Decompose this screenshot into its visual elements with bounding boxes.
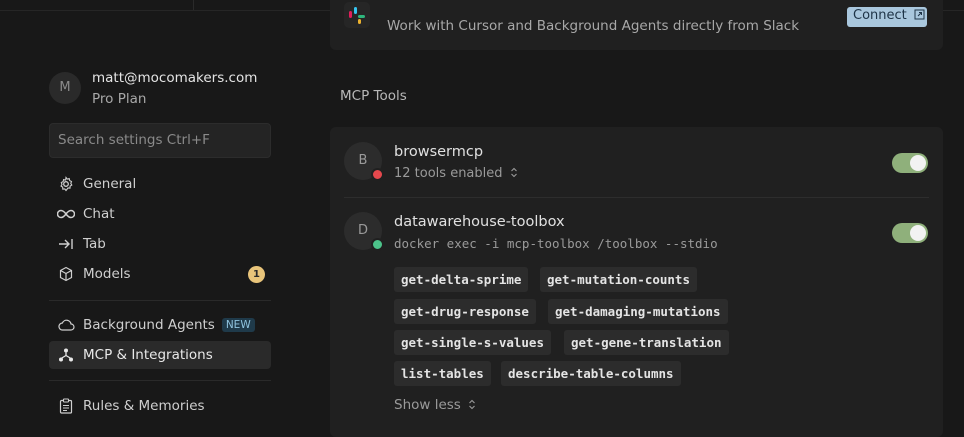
show-less-label: Show less [394, 397, 461, 413]
server-name: browsermcp [394, 144, 484, 160]
sidebar-divider [49, 380, 271, 381]
arrow-to-bar-icon [57, 235, 75, 253]
sidebar-item-rules-memories[interactable]: Rules & Memories [49, 392, 271, 420]
account-email: matt@mocomakers.com [92, 70, 258, 86]
external-link-icon [914, 8, 925, 26]
sidebar-item-label: Tab [83, 236, 106, 252]
slack-description: Work with Cursor and Background Agents d… [387, 18, 800, 34]
sidebar-item-label: Models [83, 266, 131, 282]
connect-label: Connect [853, 8, 907, 23]
sidebar-item-label: General [83, 176, 137, 192]
sidebar-item-chat[interactable]: Chat [49, 200, 271, 228]
new-badge: NEW [221, 318, 255, 332]
server-enable-toggle[interactable] [892, 223, 928, 243]
tool-chip[interactable]: get-damaging-mutations [548, 299, 728, 324]
sidebar-item-general[interactable]: General [49, 170, 271, 198]
slack-integration-card: Work with Cursor and Background Agents d… [330, 0, 943, 50]
sidebar-divider [49, 300, 271, 301]
slack-logo-icon [344, 2, 370, 28]
tool-chip[interactable]: list-tables [394, 361, 491, 386]
server-tools-summary[interactable]: 12 tools enabled [394, 166, 518, 182]
show-less-button[interactable]: Show less [394, 397, 476, 414]
tool-chip[interactable]: get-single-s-values [394, 330, 551, 355]
mcp-tools-heading: MCP Tools [340, 88, 407, 104]
models-notification-badge: 1 [248, 266, 265, 283]
search-input[interactable]: Search settings Ctrl+F [49, 123, 271, 158]
sidebar-item-background-agents[interactable]: Background Agents NEW [49, 311, 271, 339]
sidebar-item-mcp-integrations[interactable]: MCP & Integrations [49, 341, 271, 369]
sidebar-item-tab[interactable]: Tab [49, 230, 271, 258]
mcp-servers-card: B browsermcp 12 tools enabled D dataware… [330, 127, 943, 437]
sidebar-item-models[interactable]: Models 1 [49, 260, 271, 288]
avatar: M [49, 72, 81, 104]
sidebar-item-label: Rules & Memories [83, 398, 205, 414]
tool-chip[interactable]: get-gene-translation [564, 330, 729, 355]
clipboard-icon [57, 397, 75, 415]
cube-icon [57, 265, 75, 283]
sidebar-item-label: MCP & Integrations [83, 347, 213, 363]
server-status-dot-error [371, 168, 384, 181]
infinity-icon [57, 205, 75, 223]
cloud-icon [57, 316, 75, 334]
server-name: datawarehouse-toolbox [394, 214, 565, 230]
tool-chip[interactable]: get-drug-response [394, 299, 536, 324]
settings-sidebar: M matt@mocomakers.com Pro Plan Search se… [0, 0, 300, 424]
server-enable-toggle[interactable] [892, 153, 928, 173]
chevron-up-down-icon [510, 167, 518, 182]
slack-connect-button[interactable]: Connect [847, 7, 927, 27]
chevron-up-down-icon [468, 398, 476, 414]
tool-chip[interactable]: describe-table-columns [501, 361, 681, 386]
tool-chip[interactable]: get-delta-sprime [394, 267, 529, 292]
server-status-dot-ok [371, 238, 384, 251]
gear-icon [57, 175, 75, 193]
server-divider [344, 197, 929, 198]
sidebar-item-label: Background Agents [83, 317, 215, 333]
tool-chip[interactable]: get-mutation-counts [540, 267, 697, 292]
server-command: docker exec -i mcp-toolbox /toolbox --st… [394, 236, 718, 251]
network-nodes-icon [57, 346, 75, 364]
tools-enabled-text: 12 tools enabled [394, 166, 503, 181]
account-plan: Pro Plan [92, 91, 147, 107]
sidebar-item-label: Chat [83, 206, 115, 222]
